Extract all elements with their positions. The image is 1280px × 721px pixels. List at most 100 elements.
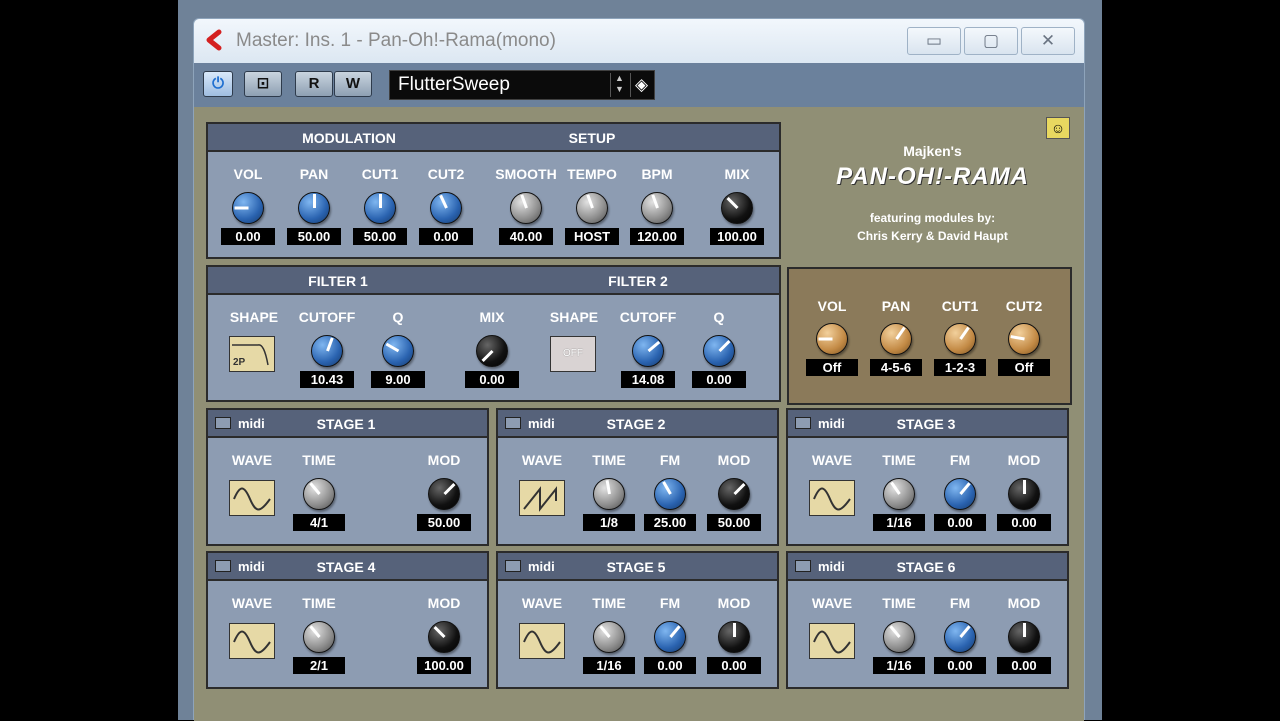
mod-cut2-knob[interactable] bbox=[430, 192, 462, 224]
stage5-mod-knob[interactable] bbox=[718, 621, 750, 653]
stage4-wave-selector[interactable] bbox=[229, 623, 275, 659]
modulation-title: MODULATION bbox=[302, 130, 396, 146]
stage2-wave-selector[interactable] bbox=[519, 480, 565, 516]
plugin-info-icon[interactable]: ☺ bbox=[1046, 117, 1070, 139]
stage3-mod-knob[interactable] bbox=[1008, 478, 1040, 510]
stage2-mod-knob[interactable] bbox=[718, 478, 750, 510]
stage6-midi-toggle[interactable] bbox=[795, 560, 811, 572]
route-vol-knob[interactable] bbox=[816, 323, 848, 355]
filter1-shape-selector[interactable]: 2P bbox=[229, 336, 275, 372]
route-cut2-value: Off bbox=[998, 359, 1050, 376]
close-button[interactable]: ✕ bbox=[1021, 27, 1075, 55]
stage4-mod-knob[interactable] bbox=[428, 621, 460, 653]
route-pan-value: 4-5-6 bbox=[870, 359, 922, 376]
title-bar[interactable]: Master: Ins. 1 - Pan-Oh!-Rama(mono) ▭ ▢ … bbox=[194, 19, 1084, 63]
sine-wave-icon bbox=[523, 630, 561, 654]
stage6-wave-selector[interactable] bbox=[809, 623, 855, 659]
stage3-time-value: 1/16 bbox=[873, 514, 925, 531]
setup-title: SETUP bbox=[568, 130, 616, 146]
stage1-midi-label: midi bbox=[238, 416, 265, 431]
route-cut2-knob[interactable] bbox=[1008, 323, 1040, 355]
read-automation-button[interactable]: R bbox=[295, 71, 333, 97]
stage6-wave-label: WAVE bbox=[811, 595, 853, 611]
modulation-header: MODULATION SETUP bbox=[208, 124, 779, 152]
mod-pan-knob[interactable] bbox=[298, 192, 330, 224]
filter-section: FILTER 1 FILTER 2 SHAPE 2P CUTOFF 10.43 … bbox=[206, 265, 781, 402]
stage2-header: midi STAGE 2 bbox=[498, 410, 777, 438]
stage4-mod-label: MOD bbox=[427, 595, 461, 611]
maximize-button[interactable]: ▢ bbox=[964, 27, 1018, 55]
mod-cut2-label: CUT2 bbox=[427, 166, 465, 182]
stage5-midi-label: midi bbox=[528, 559, 555, 574]
mod-bpm-knob[interactable] bbox=[641, 192, 673, 224]
brand-area: Majken's PAN-OH!-RAMA featuring modules … bbox=[790, 107, 1075, 257]
stage4-time-knob[interactable] bbox=[303, 621, 335, 653]
filter2-cutoff-knob[interactable] bbox=[632, 335, 664, 367]
stage1-mod-value: 50.00 bbox=[417, 514, 471, 531]
stage1-mod-knob[interactable] bbox=[428, 478, 460, 510]
preset-up-down-icon[interactable]: ▲ ▼ bbox=[610, 73, 628, 97]
mod-mix-value: 100.00 bbox=[710, 228, 764, 245]
stage4-time-label: TIME bbox=[302, 595, 336, 611]
stage1-wave-selector[interactable] bbox=[229, 480, 275, 516]
stage1-time-knob[interactable] bbox=[303, 478, 335, 510]
minimize-button[interactable]: ▭ bbox=[907, 27, 961, 55]
stage2-fm-knob[interactable] bbox=[654, 478, 686, 510]
stage1-section: midi STAGE 1 WAVE TIME 4/1 MOD 50.00 bbox=[206, 408, 489, 546]
route-pan-knob[interactable] bbox=[880, 323, 912, 355]
stage4-midi-toggle[interactable] bbox=[215, 560, 231, 572]
stage1-mod-label: MOD bbox=[427, 452, 461, 468]
stage6-fm-knob[interactable] bbox=[944, 621, 976, 653]
route-cut1-knob[interactable] bbox=[944, 323, 976, 355]
modulation-setup-section: MODULATION SETUP VOL 0.00 PAN 50.00 CUT1 5… bbox=[206, 122, 781, 259]
stage5-title: STAGE 5 bbox=[606, 559, 666, 575]
bypass-button[interactable]: ⊡ bbox=[244, 71, 282, 97]
stage6-time-knob[interactable] bbox=[883, 621, 915, 653]
mod-cut2-value: 0.00 bbox=[419, 228, 473, 245]
stage4-section: midi STAGE 4 WAVE TIME 2/1 MOD 100.00 bbox=[206, 551, 489, 689]
stage5-wave-selector[interactable] bbox=[519, 623, 565, 659]
route-vol-value: Off bbox=[806, 359, 858, 376]
stage2-midi-toggle[interactable] bbox=[505, 417, 521, 429]
mod-mix-knob[interactable] bbox=[721, 192, 753, 224]
filter1-title: FILTER 1 bbox=[308, 273, 368, 289]
stage5-time-knob[interactable] bbox=[593, 621, 625, 653]
stage1-midi-toggle[interactable] bbox=[215, 417, 231, 429]
stage6-section: midi STAGE 6 WAVE TIME 1/16 FM 0.00 MOD … bbox=[786, 551, 1069, 689]
stage3-midi-toggle[interactable] bbox=[795, 417, 811, 429]
stage6-mod-knob[interactable] bbox=[1008, 621, 1040, 653]
stage5-fm-knob[interactable] bbox=[654, 621, 686, 653]
stage3-fm-knob[interactable] bbox=[944, 478, 976, 510]
stage6-midi-label: midi bbox=[818, 559, 845, 574]
route-pan-label: PAN bbox=[881, 298, 911, 314]
mod-cut1-label: CUT1 bbox=[361, 166, 399, 182]
stage3-wave-selector[interactable] bbox=[809, 480, 855, 516]
stage3-time-knob[interactable] bbox=[883, 478, 915, 510]
stage2-time-knob[interactable] bbox=[593, 478, 625, 510]
route-cut1-value: 1-2-3 bbox=[934, 359, 986, 376]
filter1-q-knob[interactable] bbox=[382, 335, 414, 367]
sine-wave-icon bbox=[813, 487, 851, 511]
power-button[interactable]: ⏻ bbox=[203, 71, 233, 97]
stage2-time-value: 1/8 bbox=[583, 514, 635, 531]
stage5-fm-value: 0.00 bbox=[644, 657, 696, 674]
mod-tempo-knob[interactable] bbox=[576, 192, 608, 224]
filter2-shape-selector[interactable]: OFF bbox=[550, 336, 596, 372]
filter-mix-value: 0.00 bbox=[465, 371, 519, 388]
filter2-q-knob[interactable] bbox=[703, 335, 735, 367]
stage5-midi-toggle[interactable] bbox=[505, 560, 521, 572]
stage1-wave-label: WAVE bbox=[231, 452, 273, 468]
stage2-fm-value: 25.00 bbox=[644, 514, 696, 531]
mod-cut1-knob[interactable] bbox=[364, 192, 396, 224]
filter-mix-knob[interactable] bbox=[476, 335, 508, 367]
stage5-time-value: 1/16 bbox=[583, 657, 635, 674]
preset-menu-icon[interactable]: ◈ bbox=[630, 73, 652, 97]
preset-selector[interactable]: FlutterSweep ▲ ▼ ◈ bbox=[389, 70, 655, 100]
stage5-mod-value: 0.00 bbox=[707, 657, 761, 674]
mod-vol-knob[interactable] bbox=[232, 192, 264, 224]
plugin-toolbar: ⏻ ⊡ R W FlutterSweep ▲ ▼ ◈ bbox=[194, 63, 1084, 107]
write-automation-button[interactable]: W bbox=[334, 71, 372, 97]
filter1-cutoff-knob[interactable] bbox=[311, 335, 343, 367]
stage4-mod-value: 100.00 bbox=[417, 657, 471, 674]
mod-smooth-knob[interactable] bbox=[510, 192, 542, 224]
